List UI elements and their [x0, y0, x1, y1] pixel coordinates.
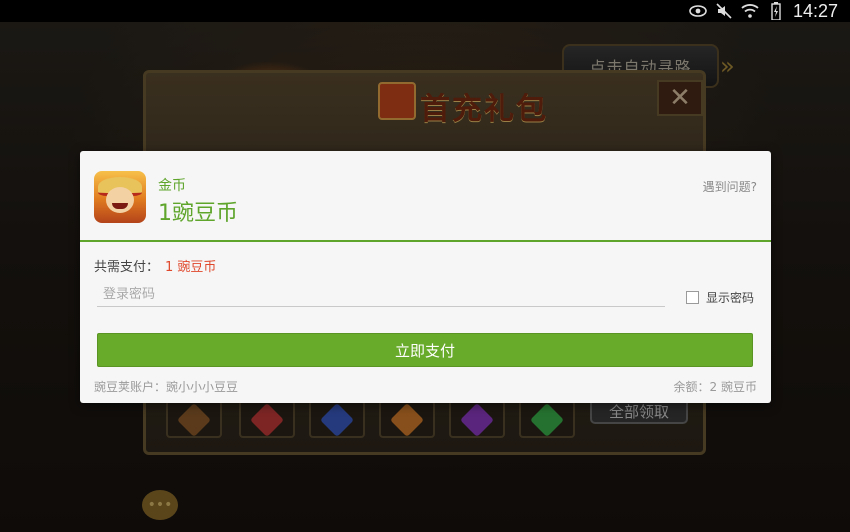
dialog-header: 金币 1豌豆币 遇到问题? — [80, 151, 771, 242]
eye-icon — [689, 2, 707, 20]
battery-charging-icon — [767, 2, 785, 20]
total-value: 1 豌豆币 — [165, 260, 217, 275]
app-icon — [94, 171, 146, 223]
password-field[interactable] — [97, 283, 665, 307]
total-row: 共需支付： 1 豌豆币 — [94, 256, 216, 275]
wifi-icon — [741, 2, 759, 20]
total-label: 共需支付： — [94, 260, 160, 275]
item-name: 金币 — [158, 178, 186, 194]
balance-info: 余额：2 豌豆币 — [673, 380, 757, 394]
help-link[interactable]: 遇到问题? — [703, 178, 757, 195]
show-password-checkbox[interactable] — [686, 291, 699, 304]
payment-dialog: 金币 1豌豆币 遇到问题? 共需支付： 1 豌豆币 显示密码 立即支付 豌豆荚账户… — [80, 151, 771, 403]
mute-icon — [715, 2, 733, 20]
item-amount: 1豌豆币 — [158, 201, 238, 226]
show-password-label: 显示密码 — [706, 291, 755, 305]
clock-time: 14:27 — [792, 0, 838, 21]
status-bar: 14:27 — [0, 0, 850, 22]
show-password-toggle[interactable]: 显示密码 — [686, 289, 754, 306]
pay-now-button[interactable]: 立即支付 — [97, 333, 753, 367]
account-info: 豌豆荚账户：豌小小小豆豆 — [94, 380, 239, 394]
